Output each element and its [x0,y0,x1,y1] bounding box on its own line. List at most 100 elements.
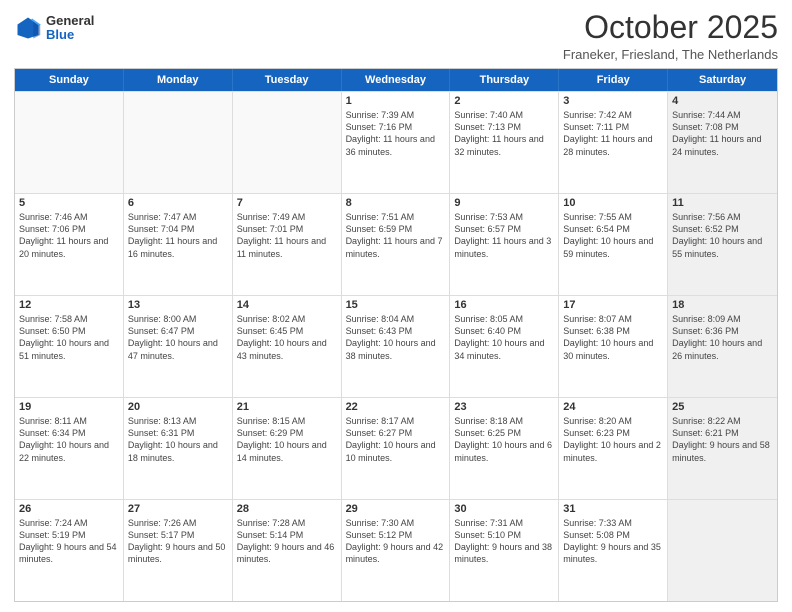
day-number: 19 [19,401,119,413]
logo: General Blue [14,14,94,43]
header-day-monday: Monday [124,69,233,91]
cell-info: Sunrise: 7:39 AM Sunset: 7:16 PM Dayligh… [346,109,446,158]
day-number: 31 [563,503,663,515]
calendar-cell-13: 13 Sunrise: 8:00 AM Sunset: 6:47 PM Dayli… [124,296,233,397]
day-number: 16 [454,299,554,311]
calendar-cell-7: 7 Sunrise: 7:49 AM Sunset: 7:01 PM Daylig… [233,194,342,295]
calendar-cell-4: 4 Sunrise: 7:44 AM Sunset: 7:08 PM Daylig… [668,92,777,193]
cell-info: Sunrise: 7:24 AM Sunset: 5:19 PM Dayligh… [19,517,119,566]
cell-info: Sunrise: 7:55 AM Sunset: 6:54 PM Dayligh… [563,211,663,260]
day-number: 4 [672,95,773,107]
calendar-row-3: 19 Sunrise: 8:11 AM Sunset: 6:34 PM Dayli… [15,397,777,499]
calendar-cell-8: 8 Sunrise: 7:51 AM Sunset: 6:59 PM Daylig… [342,194,451,295]
calendar-row-4: 26Sunrise: 7:24 AM Sunset: 5:19 PM Dayli… [15,499,777,601]
day-number: 14 [237,299,337,311]
calendar-cell-28: 28 Sunrise: 7:28 AM Sunset: 5:14 PM Dayli… [233,500,342,601]
calendar-cell-20: 20 Sunrise: 8:13 AM Sunset: 6:31 PM Dayli… [124,398,233,499]
calendar-cell-16: 16 Sunrise: 8:05 AM Sunset: 6:40 PM Dayli… [450,296,559,397]
calendar-cell-19: 19 Sunrise: 8:11 AM Sunset: 6:34 PM Dayli… [15,398,124,499]
calendar-cell-3: 3 Sunrise: 7:42 AM Sunset: 7:11 PM Daylig… [559,92,668,193]
day-number: 29 [346,503,446,515]
month-title: October 2025 [563,10,778,45]
cell-info: Sunrise: 7:44 AM Sunset: 7:08 PM Dayligh… [672,109,773,158]
day-number: 21 [237,401,337,413]
cell-info: Sunrise: 7:46 AM Sunset: 7:06 PM Dayligh… [19,211,119,260]
cell-info: Sunrise: 8:07 AM Sunset: 6:38 PM Dayligh… [563,313,663,362]
cell-info: Sunrise: 8:00 AM Sunset: 6:47 PM Dayligh… [128,313,228,362]
location: Franeker, Friesland, The Netherlands [563,47,778,62]
header: General Blue October 2025 Franeker, Frie… [14,10,778,62]
calendar-cell-empty-0-0 [15,92,124,193]
calendar-cell-30: 30 Sunrise: 7:31 AM Sunset: 5:10 PM Dayli… [450,500,559,601]
day-number: 20 [128,401,228,413]
cell-info: Sunrise: 7:53 AM Sunset: 6:57 PM Dayligh… [454,211,554,260]
title-block: October 2025 Franeker, Friesland, The Ne… [563,10,778,62]
cell-info: Sunrise: 8:05 AM Sunset: 6:40 PM Dayligh… [454,313,554,362]
header-day-sunday: Sunday [15,69,124,91]
cell-info: Sunrise: 7:49 AM Sunset: 7:01 PM Dayligh… [237,211,337,260]
day-number: 8 [346,197,446,209]
cell-info: Sunrise: 8:13 AM Sunset: 6:31 PM Dayligh… [128,415,228,464]
calendar-cell-26: 26Sunrise: 7:24 AM Sunset: 5:19 PM Dayli… [15,500,124,601]
calendar-cell-empty-0-1 [124,92,233,193]
cell-info: Sunrise: 8:22 AM Sunset: 6:21 PM Dayligh… [672,415,773,464]
cell-info: Sunrise: 7:30 AM Sunset: 5:12 PM Dayligh… [346,517,446,566]
day-number: 9 [454,197,554,209]
cell-info: Sunrise: 7:28 AM Sunset: 5:14 PM Dayligh… [237,517,337,566]
calendar-header: SundayMondayTuesdayWednesdayThursdayFrid… [15,69,777,91]
day-number: 27 [128,503,228,515]
cell-info: Sunrise: 7:33 AM Sunset: 5:08 PM Dayligh… [563,517,663,566]
cell-info: Sunrise: 8:15 AM Sunset: 6:29 PM Dayligh… [237,415,337,464]
day-number: 30 [454,503,554,515]
calendar-cell-2: 2Sunrise: 7:40 AM Sunset: 7:13 PM Daylig… [450,92,559,193]
calendar-cell-15: 15 Sunrise: 8:04 AM Sunset: 6:43 PM Dayli… [342,296,451,397]
day-number: 15 [346,299,446,311]
calendar-cell-29: 29 Sunrise: 7:30 AM Sunset: 5:12 PM Dayli… [342,500,451,601]
day-number: 6 [128,197,228,209]
cell-info: Sunrise: 8:02 AM Sunset: 6:45 PM Dayligh… [237,313,337,362]
day-number: 17 [563,299,663,311]
calendar-cell-11: 11 Sunrise: 7:56 AM Sunset: 6:52 PM Dayli… [668,194,777,295]
day-number: 22 [346,401,446,413]
calendar-cell-23: 23Sunrise: 8:18 AM Sunset: 6:25 PM Dayli… [450,398,559,499]
cell-info: Sunrise: 7:47 AM Sunset: 7:04 PM Dayligh… [128,211,228,260]
calendar-cell-17: 17 Sunrise: 8:07 AM Sunset: 6:38 PM Dayli… [559,296,668,397]
header-day-tuesday: Tuesday [233,69,342,91]
day-number: 2 [454,95,554,107]
cell-info: Sunrise: 7:31 AM Sunset: 5:10 PM Dayligh… [454,517,554,566]
day-number: 1 [346,95,446,107]
cell-info: Sunrise: 8:04 AM Sunset: 6:43 PM Dayligh… [346,313,446,362]
header-day-friday: Friday [559,69,668,91]
calendar: SundayMondayTuesdayWednesdayThursdayFrid… [14,68,778,602]
day-number: 25 [672,401,773,413]
calendar-cell-6: 6 Sunrise: 7:47 AM Sunset: 7:04 PM Daylig… [124,194,233,295]
calendar-row-1: 5Sunrise: 7:46 AM Sunset: 7:06 PM Daylig… [15,193,777,295]
calendar-cell-14: 14 Sunrise: 8:02 AM Sunset: 6:45 PM Dayli… [233,296,342,397]
day-number: 11 [672,197,773,209]
calendar-body: 1 Sunrise: 7:39 AM Sunset: 7:16 PM Daylig… [15,91,777,601]
calendar-cell-21: 21 Sunrise: 8:15 AM Sunset: 6:29 PM Dayli… [233,398,342,499]
page: General Blue October 2025 Franeker, Frie… [0,0,792,612]
logo-blue-text: Blue [46,28,94,42]
logo-general-text: General [46,14,94,28]
cell-info: Sunrise: 7:42 AM Sunset: 7:11 PM Dayligh… [563,109,663,158]
logo-text: General Blue [46,14,94,43]
cell-info: Sunrise: 7:26 AM Sunset: 5:17 PM Dayligh… [128,517,228,566]
calendar-cell-18: 18Sunrise: 8:09 AM Sunset: 6:36 PM Dayli… [668,296,777,397]
logo-icon [14,14,42,42]
calendar-cell-27: 27 Sunrise: 7:26 AM Sunset: 5:17 PM Dayli… [124,500,233,601]
cell-info: Sunrise: 8:11 AM Sunset: 6:34 PM Dayligh… [19,415,119,464]
day-number: 13 [128,299,228,311]
cell-info: Sunrise: 7:56 AM Sunset: 6:52 PM Dayligh… [672,211,773,260]
day-number: 7 [237,197,337,209]
calendar-cell-31: 31 Sunrise: 7:33 AM Sunset: 5:08 PM Dayli… [559,500,668,601]
header-day-saturday: Saturday [668,69,777,91]
cell-info: Sunrise: 7:51 AM Sunset: 6:59 PM Dayligh… [346,211,446,260]
calendar-cell-25: 25 Sunrise: 8:22 AM Sunset: 6:21 PM Dayli… [668,398,777,499]
day-number: 28 [237,503,337,515]
day-number: 23 [454,401,554,413]
day-number: 3 [563,95,663,107]
calendar-row-0: 1 Sunrise: 7:39 AM Sunset: 7:16 PM Daylig… [15,91,777,193]
calendar-cell-12: 12Sunrise: 7:58 AM Sunset: 6:50 PM Dayli… [15,296,124,397]
header-day-thursday: Thursday [450,69,559,91]
